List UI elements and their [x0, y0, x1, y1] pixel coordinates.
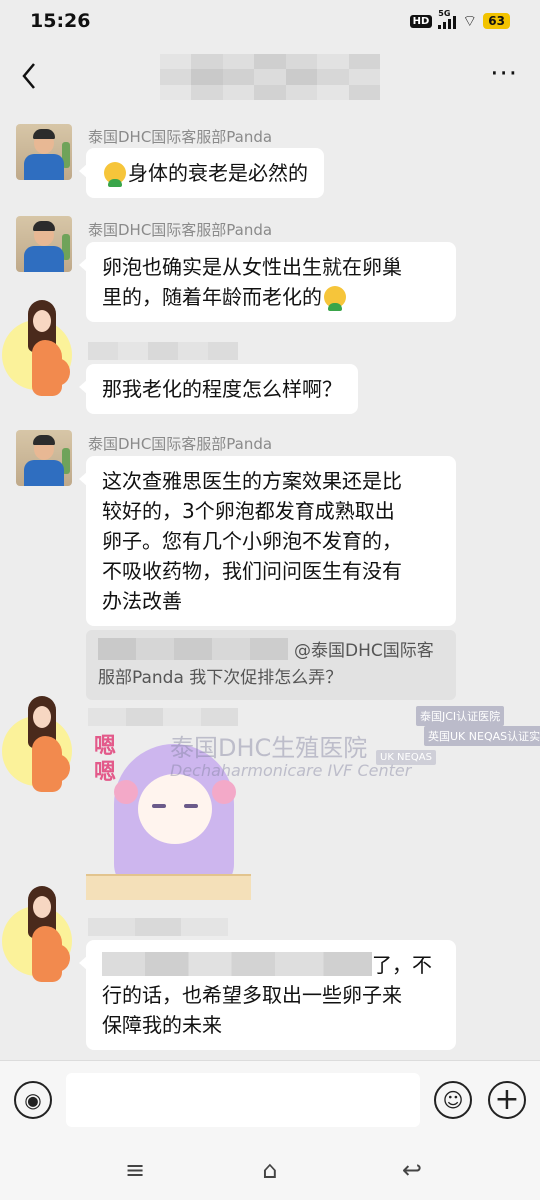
- system-navigation: ≡ ⌂ ↩: [0, 1140, 540, 1200]
- sender-name-blurred: [88, 918, 229, 936]
- emoji-button[interactable]: ☺: [434, 1081, 472, 1119]
- hd-icon: HD: [409, 14, 433, 28]
- avatar[interactable]: [2, 696, 72, 796]
- more-options-button[interactable]: ···: [490, 61, 518, 87]
- message-bubble[interactable]: 这次查雅思医生的方案效果还是比 较好的，3个卵泡都发育成熟取出 卵子。您有几个小…: [79, 456, 456, 626]
- emoji-icon: [324, 286, 346, 311]
- message-bubble[interactable]: 卵泡也确实是从女性出生就在卵巢 里的，随着年龄而老化的: [79, 242, 456, 322]
- neqas-logo: UK NEQAS: [376, 750, 436, 765]
- sticker-text: 嗯嗯: [94, 734, 117, 785]
- status-icons: HD 5G ⌔ 63: [409, 9, 510, 31]
- avatar[interactable]: [16, 216, 72, 272]
- chat-header: ···: [0, 42, 540, 110]
- status-time: 15:26: [30, 10, 91, 32]
- smiley-icon: ☺: [442, 1088, 464, 1112]
- chevron-left-icon: [22, 63, 35, 89]
- sender-name-blurred: [88, 342, 238, 360]
- chat-message-list[interactable]: 泰国DHC国际客服部Panda 身体的衰老是必然的 泰国DHC国际客服部Pand…: [0, 110, 540, 1060]
- jci-badge: 泰国JCI认证医院: [416, 706, 505, 726]
- battery-icon: 63: [483, 13, 510, 29]
- message-bubble[interactable]: 了，不 行的话，也希望多取出一些卵子来 保障我的未来: [79, 940, 456, 1050]
- home-icon[interactable]: ⌂: [252, 1152, 288, 1188]
- sender-name: 泰国DHC国际客服部Panda: [88, 221, 273, 239]
- chat-title-blurred: [160, 54, 380, 100]
- voice-icon: ◉: [24, 1088, 42, 1112]
- message-bubble[interactable]: 身体的衰老是必然的: [79, 148, 324, 198]
- voice-input-button[interactable]: ◉: [14, 1081, 52, 1119]
- menu-icon[interactable]: ≡: [117, 1152, 153, 1188]
- plus-icon: +: [494, 1082, 520, 1117]
- back-button[interactable]: [14, 56, 50, 96]
- avatar[interactable]: [2, 886, 72, 986]
- back-icon[interactable]: ↩: [394, 1152, 430, 1188]
- more-actions-button[interactable]: +: [488, 1081, 526, 1119]
- status-bar: 15:26 HD 5G ⌔ 63: [0, 0, 540, 42]
- blurred-text: [102, 952, 372, 976]
- wifi-icon: ⌔: [462, 11, 478, 30]
- sender-name: 泰国DHC国际客服部Panda: [88, 128, 273, 146]
- quote-blurred-text: [98, 638, 288, 660]
- avatar[interactable]: [16, 124, 72, 180]
- avatar[interactable]: [16, 430, 72, 486]
- message-input[interactable]: [66, 1073, 420, 1127]
- avatar[interactable]: [2, 300, 72, 400]
- message-bubble[interactable]: 那我老化的程度怎么样啊？: [79, 364, 358, 414]
- quoted-message[interactable]: @泰国DHC国际客 服部Panda 我下次促排怎么弄？: [86, 630, 456, 700]
- sender-name: 泰国DHC国际客服部Panda: [88, 435, 273, 453]
- signal-icon: 5G: [438, 9, 457, 29]
- emoji-icon: [104, 162, 126, 187]
- input-bar: ◉ ☺ +: [0, 1060, 540, 1140]
- neqas-badge: 英国UK NEQAS认证实验室: [424, 726, 540, 746]
